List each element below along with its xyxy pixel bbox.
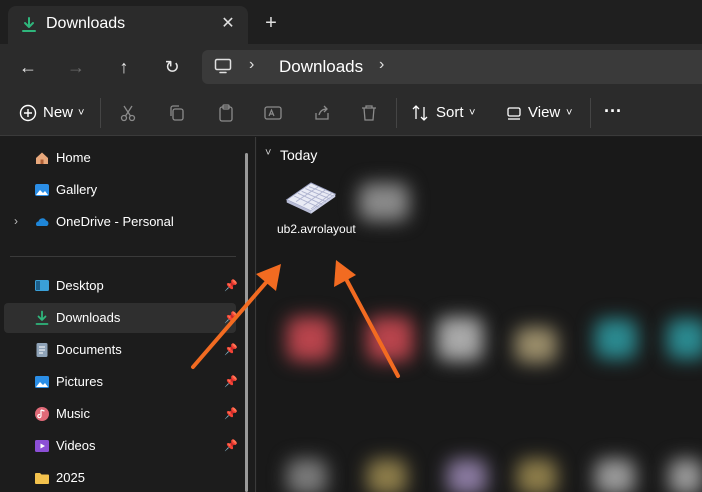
- close-icon[interactable]: ✕: [218, 14, 238, 34]
- sidebar-item-onedrive[interactable]: › OneDrive - Personal: [4, 207, 236, 237]
- file-item-ub2-avrolayout[interactable]: [275, 173, 351, 259]
- sidebar-item-label: Desktop: [56, 278, 104, 293]
- chevron-down-icon: ˅: [469, 107, 476, 119]
- expand-chevron-icon[interactable]: ›: [14, 214, 18, 228]
- sidebar-item-videos[interactable]: Videos 📌: [4, 431, 238, 461]
- redacted-file-item: [287, 317, 333, 361]
- back-button[interactable]: ←: [13, 52, 43, 82]
- sidebar-item-label: OneDrive - Personal: [56, 214, 174, 229]
- pin-icon: 📌: [224, 408, 238, 420]
- delete-icon[interactable]: [359, 103, 379, 123]
- sidebar-item-label: Documents: [56, 342, 122, 357]
- redacted-file-item: [287, 459, 327, 492]
- share-icon[interactable]: [312, 103, 332, 123]
- refresh-button[interactable]: ↻: [157, 52, 187, 82]
- collapse-group-icon[interactable]: ˅: [265, 147, 271, 159]
- chevron-down-icon: ˅: [566, 107, 573, 119]
- breadcrumb-separator[interactable]: ›: [379, 56, 384, 74]
- chevron-down-icon: ˅: [78, 107, 85, 119]
- sidebar-item-label: Music: [56, 406, 90, 421]
- more-options-button[interactable]: ···: [604, 98, 622, 124]
- tab-title: Downloads: [46, 15, 126, 32]
- redacted-file-item: [595, 319, 637, 359]
- redacted-file-item: [595, 459, 635, 492]
- pictures-icon: [35, 376, 49, 388]
- command-bar: New ˅ Sort ˅ View ˅ ···: [0, 90, 702, 136]
- breadcrumb-downloads[interactable]: Downloads: [279, 57, 363, 77]
- redacted-file-item: [515, 327, 557, 363]
- group-header-today[interactable]: Today: [280, 147, 317, 163]
- forward-button[interactable]: →: [61, 52, 91, 82]
- home-icon: [36, 152, 48, 164]
- sidebar-item-pictures[interactable]: Pictures 📌: [4, 367, 238, 397]
- navigation-bar: ← → ↑ ↻ › Downloads ›: [0, 44, 702, 90]
- documents-icon: [36, 343, 48, 357]
- copy-icon[interactable]: [167, 103, 187, 123]
- breadcrumb-separator[interactable]: ›: [249, 56, 254, 74]
- sidebar-item-label: Videos: [56, 438, 96, 453]
- sidebar-item-gallery[interactable]: Gallery: [4, 175, 236, 205]
- pin-icon: 📌: [224, 312, 238, 324]
- toolbar-divider: [100, 98, 101, 128]
- redacted-file-item: [447, 459, 487, 492]
- music-icon: [35, 407, 49, 421]
- new-button[interactable]: New: [43, 100, 73, 126]
- sidebar-item-label: 2025: [56, 470, 85, 485]
- rename-icon[interactable]: [263, 103, 283, 123]
- tab-downloads[interactable]: Downloads ✕: [8, 6, 248, 44]
- sidebar-item-label: Gallery: [56, 182, 98, 197]
- redacted-file-item: [669, 459, 702, 492]
- gallery-icon: [35, 184, 49, 196]
- onedrive-icon: [36, 218, 49, 226]
- sidebar-item-desktop[interactable]: Desktop 📌: [4, 271, 238, 301]
- pin-icon: 📌: [224, 440, 238, 452]
- file-name[interactable]: ub2.avrolayout: [277, 221, 356, 237]
- sidebar-item-home[interactable]: Home: [4, 143, 236, 173]
- sidebar-scrollbar[interactable]: [245, 153, 248, 492]
- redacted-file-item: [437, 317, 483, 361]
- desktop-icon: [35, 280, 49, 291]
- toolbar-divider: [590, 98, 591, 128]
- new-tab-button[interactable]: +: [260, 12, 282, 34]
- keyboard-icon: [285, 182, 337, 214]
- download-icon: [22, 17, 36, 32]
- sidebar-item-label: Downloads: [56, 310, 121, 325]
- sort-icon[interactable]: [410, 103, 430, 123]
- folder-icon: [35, 473, 49, 484]
- sidebar-divider: [10, 256, 236, 257]
- title-bar: Downloads ✕ +: [0, 0, 702, 44]
- view-icon[interactable]: [504, 103, 524, 123]
- sidebar-item-music[interactable]: Music 📌: [4, 399, 238, 429]
- sidebar-item-label: Pictures: [56, 374, 103, 389]
- sidebar-item-label: Home: [56, 150, 91, 165]
- sidebar-item-2025[interactable]: 2025: [4, 463, 236, 492]
- pin-icon: 📌: [224, 376, 238, 388]
- plus-circle-icon[interactable]: [18, 103, 38, 123]
- view-button[interactable]: View: [528, 100, 560, 126]
- toolbar-divider: [396, 98, 397, 128]
- this-pc-icon[interactable]: [214, 58, 232, 74]
- redacted-file-item: [367, 317, 413, 361]
- videos-icon: [35, 440, 49, 452]
- redacted-file-item: [667, 319, 702, 359]
- up-button[interactable]: ↑: [109, 52, 139, 82]
- pin-icon: 📌: [224, 344, 238, 356]
- file-list: ˅ Today ub2.avrolayout: [257, 137, 702, 492]
- download-icon: [35, 310, 49, 325]
- redacted-file-item: [359, 183, 409, 221]
- navigation-pane: Home Gallery › OneDrive - Personal Deskt…: [0, 137, 256, 492]
- sidebar-item-downloads[interactable]: Downloads 📌: [4, 303, 238, 333]
- redacted-file-item: [367, 459, 407, 492]
- sort-button[interactable]: Sort: [436, 100, 464, 126]
- pin-icon: 📌: [224, 280, 238, 292]
- sidebar-item-documents[interactable]: Documents 📌: [4, 335, 238, 365]
- paste-icon[interactable]: [216, 103, 236, 123]
- redacted-file-item: [517, 459, 557, 492]
- cut-icon[interactable]: [118, 103, 138, 123]
- address-bar[interactable]: › Downloads ›: [202, 50, 702, 84]
